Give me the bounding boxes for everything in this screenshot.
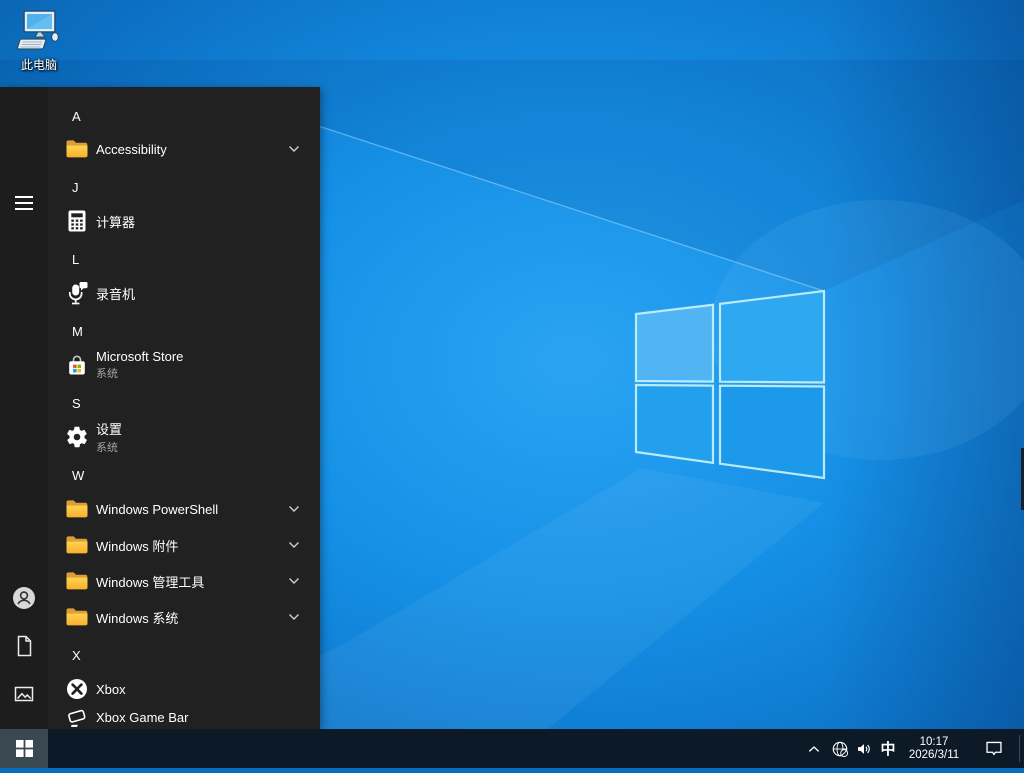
chevron-down-icon[interactable] <box>288 577 300 585</box>
ime-label: 中 <box>880 738 895 759</box>
menu-item-windows-powershell[interactable]: Windows PowerShell <box>0 491 320 527</box>
clock-time: 10:17 <box>920 736 949 749</box>
section-header-A[interactable]: A <box>0 98 320 134</box>
chevron-down-icon[interactable] <box>288 613 300 621</box>
menu-item-windows-admin-tools[interactable]: Windows 管理工具 <box>0 563 320 599</box>
menu-item-label: Windows PowerShell <box>96 502 218 517</box>
menu-item-sublabel: 系统 <box>96 439 122 455</box>
start-button[interactable] <box>0 729 48 768</box>
menu-item-label: Xbox <box>96 682 126 697</box>
menu-item-calculator[interactable]: 计算器 <box>0 203 320 239</box>
section-letter: A <box>72 109 81 124</box>
action-center-button[interactable] <box>972 729 1016 768</box>
tray-expand-chevron-icon <box>806 741 822 757</box>
menu-item-xbox-game-bar[interactable]: Xbox Game Bar <box>0 699 320 729</box>
menu-item-voice-recorder[interactable]: 录音机 <box>0 275 320 311</box>
folder-icon <box>64 532 90 558</box>
this-pc-label: 此电脑 <box>21 56 57 73</box>
section-header-L[interactable]: L <box>0 241 320 277</box>
menu-item-microsoft-store[interactable]: Microsoft Store 系统 <box>0 343 320 387</box>
section-letter: J <box>72 180 79 195</box>
volume-icon <box>855 740 873 758</box>
ime-indicator[interactable]: 中 <box>876 729 900 768</box>
network-status-button[interactable] <box>828 729 852 768</box>
clock-date: 2026/3/11 <box>909 749 959 762</box>
menu-item-label: Accessibility <box>96 142 167 157</box>
settings-gear-icon <box>64 424 90 450</box>
menu-item-windows-system[interactable]: Windows 系统 <box>0 599 320 635</box>
folder-icon <box>64 568 90 594</box>
menu-item-label: Windows 附件 <box>96 536 178 555</box>
menu-item-label: Microsoft Store <box>96 349 183 364</box>
menu-item-windows-accessories[interactable]: Windows 附件 <box>0 527 320 563</box>
menu-item-label: Windows 管理工具 <box>96 572 204 591</box>
folder-icon <box>64 604 90 630</box>
section-header-W[interactable]: W <box>0 457 320 493</box>
chevron-down-icon[interactable] <box>288 145 300 153</box>
section-header-J[interactable]: J <box>0 169 320 205</box>
windows-start-icon <box>16 740 33 757</box>
menu-item-sublabel: 系统 <box>96 365 183 381</box>
menu-item-settings[interactable]: 设置 系统 <box>0 415 320 459</box>
taskbar-clock[interactable]: 10:17 2026/3/11 <box>902 729 966 768</box>
menu-item-label: Windows 系统 <box>96 608 178 627</box>
show-desktop-button[interactable] <box>1020 729 1024 768</box>
network-globe-no-internet-icon <box>831 740 849 758</box>
section-letter: L <box>72 252 79 267</box>
microsoft-store-icon <box>64 352 90 378</box>
xbox-game-bar-icon <box>64 704 90 729</box>
taskbar: 中 10:17 2026/3/11 <box>0 729 1024 768</box>
folder-icon <box>64 496 90 522</box>
menu-item-label: 录音机 <box>96 284 135 303</box>
section-letter: M <box>72 324 83 339</box>
menu-item-label: 设置 <box>96 419 122 438</box>
tray-expand-button[interactable] <box>802 729 826 768</box>
section-letter: S <box>72 396 81 411</box>
section-letter: X <box>72 648 81 663</box>
chevron-down-icon[interactable] <box>288 541 300 549</box>
menu-item-label: Xbox Game Bar <box>96 710 189 725</box>
voice-recorder-icon <box>64 280 90 306</box>
section-header-X[interactable]: X <box>0 637 320 673</box>
menu-item-label: 计算器 <box>96 212 135 231</box>
menu-item-accessibility[interactable]: Accessibility <box>0 131 320 167</box>
folder-icon <box>64 136 90 162</box>
action-center-icon <box>984 740 1004 758</box>
section-letter: W <box>72 468 84 483</box>
volume-button[interactable] <box>852 729 876 768</box>
start-menu: A Accessibility J <box>0 87 320 729</box>
this-pc-icon <box>15 6 63 54</box>
calculator-icon <box>64 208 90 234</box>
chevron-down-icon[interactable] <box>288 505 300 513</box>
desktop-icon-this-pc[interactable]: 此电脑 <box>8 6 70 73</box>
